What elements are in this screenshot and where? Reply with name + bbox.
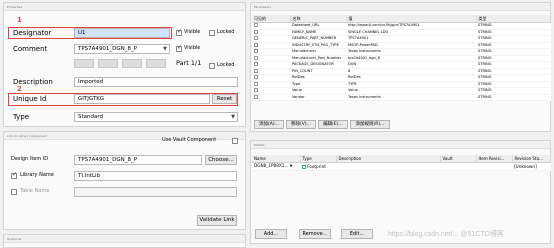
table-name-field[interactable] [74,187,237,197]
library-name-checkbox[interactable] [11,171,17,179]
visible-checkbox[interactable] [254,75,258,79]
col-model-name[interactable]: Name [252,155,301,163]
unique-id-label: Unique Id [13,95,47,103]
visible-checkbox[interactable] [254,36,258,40]
comment-visible-label: Visible [184,45,201,51]
parameters-header-row: 可见的 名称 值 类型 [252,15,551,23]
chevron-down-icon: ▼ [231,114,235,120]
visible-checkbox[interactable] [254,88,258,92]
designator-visible-label: Visible [184,29,201,35]
last-part-button[interactable] [146,59,166,68]
col-type[interactable]: 类型 [476,15,551,23]
col-value[interactable]: 值 [346,15,477,23]
models-header-row: Name Type Description Vault Item Revisi.… [252,155,551,163]
col-model-revision-state[interactable]: Revision Sta... [512,155,551,163]
designator-locked-checkbox[interactable] [209,30,215,36]
models-section-title: Models [251,141,550,149]
reset-button[interactable]: Reset [212,94,237,104]
edit-parameter-button[interactable]: 编辑(E)... [318,120,348,129]
footprint-icon [302,164,306,169]
col-model-type[interactable]: Type [300,155,337,163]
add-rule-button[interactable]: 添加规则(R)... [350,120,390,129]
library-name-label: Library Name [20,172,54,178]
design-item-field[interactable]: TPS7A4901_DGN_8_P [74,155,202,165]
properties-section-title: Properties [4,3,245,11]
designator-locked-label: Locked [217,29,235,35]
col-name[interactable]: 名称 [290,15,347,23]
visible-checkbox[interactable] [254,81,258,86]
use-vault-checkbox[interactable] [232,138,238,144]
col-model-vault[interactable]: Vault [440,155,477,163]
table-row[interactable]: DGN8_1P89X1... ▼ Footprint [Unknown] [252,162,550,171]
graphical-section-title: Graphical [4,235,245,243]
next-part-button[interactable] [122,59,142,68]
choose-button[interactable]: Choose... [205,155,237,165]
col-visible[interactable]: 可见的 [252,15,291,23]
edit-model-button[interactable]: Edit... [341,229,373,239]
part-locked-label: Locked [217,62,235,68]
unique-id-field[interactable]: GITJGTKG [74,94,210,104]
description-field[interactable]: Imported [74,77,238,87]
part-indicator: Part 1/1 [176,59,202,67]
visible-checkbox[interactable] [254,68,258,73]
comment-visible-checkbox[interactable] [176,44,182,52]
library-link-panel: Link to Library Component Use Vault Comp… [3,131,246,230]
add-model-button[interactable]: Add... [255,229,287,239]
remove-model-button[interactable]: Remove... [299,229,331,239]
validate-link-button[interactable]: Validate Link [197,215,237,226]
models-table: Name Type Description Vault Item Revisi.… [252,155,551,171]
designator-field[interactable]: U1 [74,28,170,38]
annotation-2: 2 [17,85,22,93]
parameters-table: 可见的 名称 值 类型 Datasheet_URL http://www.ti.c… [252,15,551,101]
parameters-panel: Parameters 可见的 名称 值 类型 Datasheet_URL http… [250,2,551,132]
first-part-button[interactable] [74,59,94,68]
watermark: https://blog.csdn.net/... @51CTO博客 [388,231,504,238]
parameters-section-title: Parameters [251,3,550,11]
type-label: Type [13,113,30,121]
design-item-label: Design Item ID [11,156,49,162]
visible-checkbox[interactable] [254,29,258,34]
annotation-1: 1 [17,16,22,24]
visible-checkbox[interactable] [254,49,258,53]
type-dropdown[interactable]: Standard ▼ [74,112,238,122]
table-name-label: Table Name [20,188,50,194]
properties-panel: Properties 1 Designator U1 Visible Locke… [3,2,246,127]
comment-dropdown[interactable]: TPS7A4901_DGN_8_P ▼ [74,44,170,54]
remove-parameter-button[interactable]: 移除(V)... [286,120,316,129]
comment-label: Comment [13,45,48,53]
type-value: Standard [78,114,104,120]
library-name-field[interactable]: TI.IntLib [74,171,237,181]
graphical-panel: Graphical [3,234,246,248]
visible-checkbox[interactable] [254,94,258,99]
comment-value: TPS7A4901_DGN_8_P [78,46,138,52]
visible-checkbox[interactable] [254,55,258,60]
visible-checkbox[interactable] [254,62,258,66]
chevron-down-icon: ▼ [163,46,167,52]
chevron-down-icon[interactable]: ▼ [290,164,293,168]
visible-checkbox[interactable] [254,42,258,47]
designator-label: Designator [13,29,52,37]
prev-part-button[interactable] [98,59,118,68]
col-model-description[interactable]: Description [336,155,441,163]
table-row[interactable]: Vendor Texas Instruments STRING [252,94,550,101]
part-locked-checkbox[interactable] [209,63,215,69]
col-model-item-revision[interactable]: Item Revisi... [476,155,513,163]
visible-checkbox[interactable] [254,23,258,27]
table-name-checkbox[interactable] [11,189,17,195]
use-vault-label: Use Vault Component [162,137,217,143]
add-parameter-button[interactable]: 添加(A)... [254,120,284,129]
designator-visible-checkbox[interactable] [176,28,182,36]
